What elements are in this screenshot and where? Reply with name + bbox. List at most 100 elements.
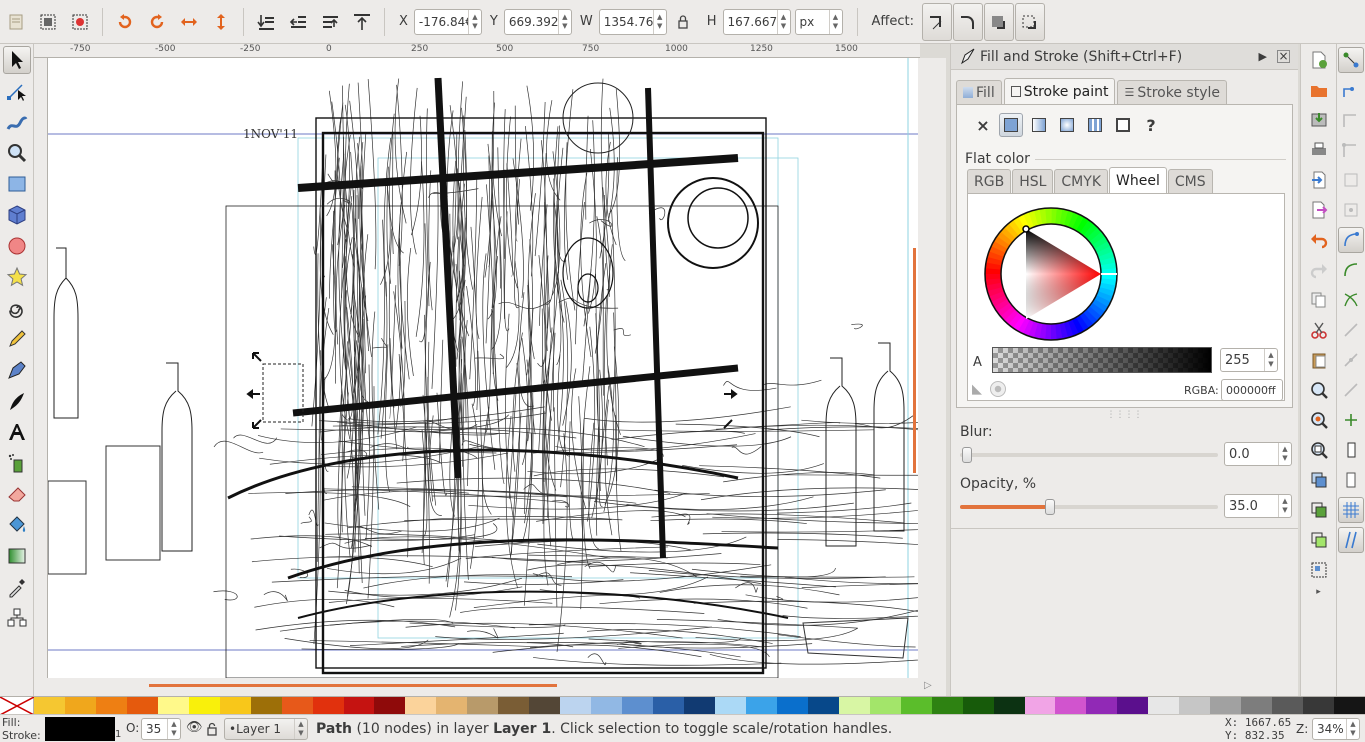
cut-icon[interactable] xyxy=(1306,317,1332,343)
group-icon[interactable] xyxy=(1306,557,1332,583)
palette-swatch[interactable] xyxy=(1241,697,1273,715)
tab-stroke-style[interactable]: ☰ Stroke style xyxy=(1117,80,1227,104)
layer-visibility-eye-icon[interactable]: 👁 xyxy=(186,720,203,735)
unlink-clone-icon[interactable] xyxy=(1306,527,1332,553)
affect-gradients-button[interactable] xyxy=(983,2,1014,41)
vertical-scrollbar[interactable] xyxy=(913,58,946,678)
zoom-page-icon[interactable] xyxy=(1306,437,1332,463)
lower-icon[interactable] xyxy=(285,9,311,35)
open-document-icon[interactable] xyxy=(1306,77,1332,103)
radial-gradient-button[interactable] xyxy=(1055,113,1079,137)
zoom-spinbox[interactable]: 34% ▲ ▼ xyxy=(1312,718,1360,740)
snap-bbox-edge-icon[interactable] xyxy=(1338,107,1364,133)
duplicate-icon[interactable] xyxy=(1306,467,1332,493)
palette-swatch[interactable] xyxy=(1117,697,1149,715)
flip-horizontal-icon[interactable] xyxy=(176,9,202,35)
text-tool[interactable] xyxy=(3,418,31,446)
palette-swatch[interactable] xyxy=(250,697,282,715)
palette-swatch[interactable] xyxy=(1210,697,1242,715)
gradient-tool[interactable] xyxy=(3,542,31,570)
dialog-iconify-icon[interactable]: ▶ xyxy=(1259,50,1267,63)
lower-to-bottom-icon[interactable] xyxy=(253,9,279,35)
palette-swatch[interactable] xyxy=(188,697,220,715)
palette-swatch[interactable] xyxy=(1303,697,1335,715)
palette-swatch[interactable] xyxy=(684,697,715,715)
no-color-swatch[interactable] xyxy=(0,697,34,715)
palette-swatch[interactable] xyxy=(126,697,158,715)
palette-swatch[interactable] xyxy=(838,697,870,715)
fill-stroke-indicator[interactable] xyxy=(45,717,115,741)
palette-swatch[interactable] xyxy=(498,697,530,715)
out-of-gamut-icon[interactable] xyxy=(990,381,1006,397)
alpha-spin-arrows[interactable]: ▲ ▼ xyxy=(1264,349,1277,371)
snap-midpoints-icon[interactable] xyxy=(1338,377,1364,403)
print-icon[interactable] xyxy=(1306,137,1332,163)
ellipse-tool[interactable] xyxy=(3,232,31,260)
flat-color-button[interactable] xyxy=(999,113,1023,137)
vertical-scroll-thumb[interactable] xyxy=(913,248,916,473)
snap-rotation-center-icon[interactable] xyxy=(1338,437,1364,463)
tab-hsl[interactable]: HSL xyxy=(1012,169,1054,193)
export-icon[interactable] xyxy=(1306,197,1332,223)
snap-toggle-icon[interactable] xyxy=(1338,47,1364,73)
h-spin-arrows[interactable]: ▲ ▼ xyxy=(776,9,790,34)
color-wheel[interactable] xyxy=(971,194,1131,354)
linear-gradient-button[interactable] xyxy=(1027,113,1051,137)
snap-guides-icon[interactable] xyxy=(1338,527,1364,553)
palette-swatch[interactable] xyxy=(95,697,127,715)
stroke-width-value[interactable]: 1 xyxy=(115,729,121,740)
dialog-close-icon[interactable]: × xyxy=(1277,50,1290,63)
horizontal-scrollbar[interactable]: ▷ xyxy=(34,678,946,696)
pattern-button[interactable] xyxy=(1083,113,1107,137)
y-spinbox[interactable]: 669.392 ▲ ▼ xyxy=(503,8,572,35)
tab-cmyk[interactable]: CMYK xyxy=(1054,169,1108,193)
affect-stroke-width-button[interactable] xyxy=(921,2,952,41)
panel-resize-handle[interactable]: ⋮⋮⋮⋮ xyxy=(951,410,1298,420)
palette-swatch[interactable] xyxy=(807,697,839,715)
palette-swatch[interactable] xyxy=(529,697,561,715)
zoom-value[interactable]: 34% xyxy=(1313,722,1346,736)
palette-swatch[interactable] xyxy=(1055,697,1087,715)
select-all-icon[interactable] xyxy=(35,9,61,35)
alpha-value[interactable]: 255 xyxy=(1221,353,1264,368)
color-managed-icon[interactable]: ◣ xyxy=(972,382,982,397)
snap-paths-icon[interactable] xyxy=(1338,257,1364,283)
palette-swatch[interactable] xyxy=(405,697,437,715)
lock-icon[interactable] xyxy=(670,9,696,35)
rectangle-tool[interactable] xyxy=(3,170,31,198)
select-all-layers-icon[interactable] xyxy=(67,9,93,35)
palette-swatch[interactable] xyxy=(1148,697,1180,715)
snap-bbox-corner-icon[interactable] xyxy=(1338,137,1364,163)
pen-tool[interactable] xyxy=(3,356,31,384)
deselect-icon[interactable] xyxy=(3,9,29,35)
palette-swatch[interactable] xyxy=(560,697,592,715)
zoom-drawing-icon[interactable] xyxy=(1306,407,1332,433)
zoom-selection-icon[interactable] xyxy=(1306,377,1332,403)
layer-lock-icon[interactable] xyxy=(206,722,218,736)
palette-swatch[interactable] xyxy=(745,697,777,715)
palette-swatch[interactable] xyxy=(869,697,901,715)
palette-swatch[interactable] xyxy=(343,697,375,715)
snap-smooth-nodes-icon[interactable] xyxy=(1338,347,1364,373)
blur-value[interactable]: 0.0 xyxy=(1225,447,1278,462)
paste-icon[interactable] xyxy=(1306,347,1332,373)
palette-swatch[interactable] xyxy=(1272,697,1304,715)
y-value[interactable]: 669.392 xyxy=(505,15,558,29)
rgba-entry[interactable]: 000000ff xyxy=(1221,379,1283,401)
opacity-slider-knob[interactable] xyxy=(1045,499,1056,515)
tab-rgb[interactable]: RGB xyxy=(967,169,1012,193)
palette-swatch[interactable] xyxy=(931,697,963,715)
palette-swatch[interactable] xyxy=(436,697,468,715)
vertical-ruler[interactable] xyxy=(34,58,48,678)
snap-cusp-nodes-icon[interactable] xyxy=(1338,317,1364,343)
snap-intersections-icon[interactable] xyxy=(1338,287,1364,313)
raise-icon[interactable] xyxy=(317,9,343,35)
scroll-corner-arrow-icon[interactable]: ▷ xyxy=(924,680,932,691)
status-opacity-value[interactable]: 35 xyxy=(142,722,167,736)
spray-tool[interactable] xyxy=(3,449,31,477)
palette-swatch[interactable] xyxy=(64,697,96,715)
rgba-value[interactable]: 000000ff xyxy=(1222,384,1282,397)
x-spin-arrows[interactable]: ▲ ▼ xyxy=(467,9,481,34)
flip-vertical-icon[interactable] xyxy=(208,9,234,35)
import-icon[interactable] xyxy=(1306,167,1332,193)
